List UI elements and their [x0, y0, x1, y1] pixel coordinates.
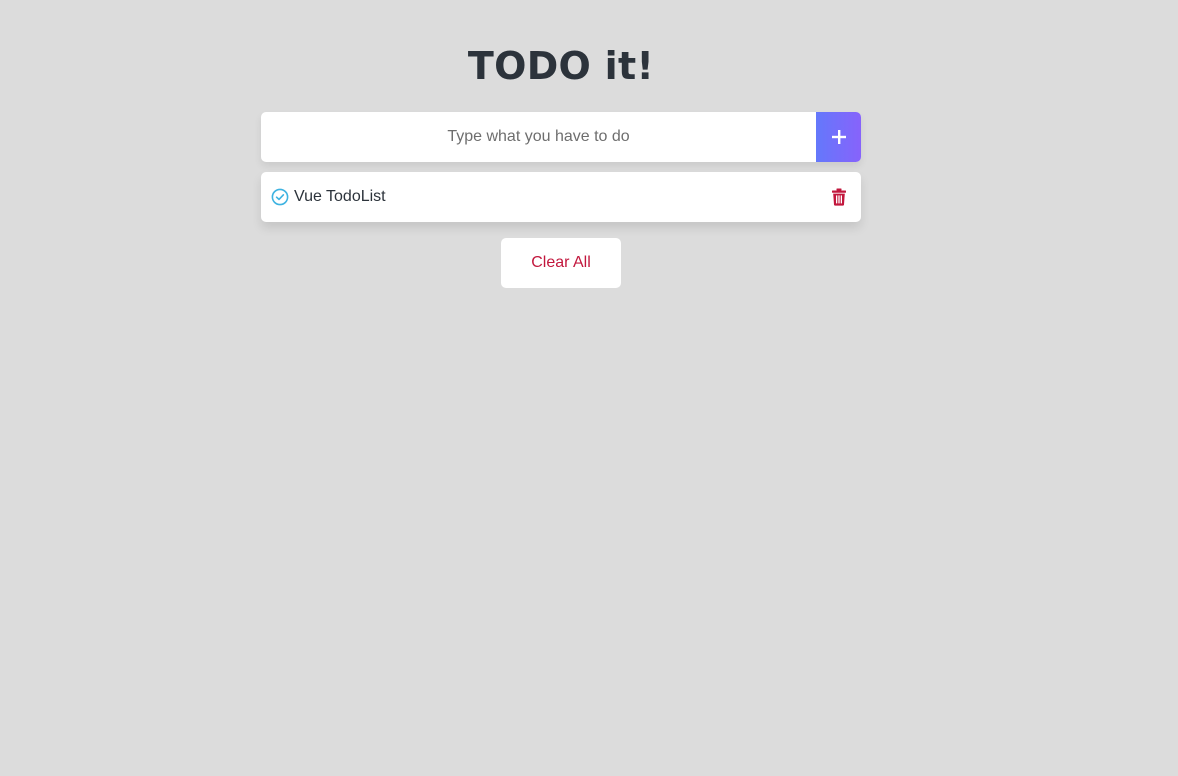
header: TODO it!	[0, 44, 1122, 88]
todo-input[interactable]	[261, 112, 816, 162]
todo-item-text: Vue TodoList	[294, 188, 386, 205]
page-title: TODO it!	[467, 44, 655, 88]
plus-icon	[831, 129, 847, 145]
todo-input-box	[261, 112, 861, 162]
todo-list: Vue TodoList	[261, 172, 861, 222]
add-todo-button[interactable]	[816, 112, 861, 162]
todo-item: Vue TodoList	[261, 172, 861, 222]
clear-all-button[interactable]: Clear All	[501, 238, 621, 288]
todo-app: TODO it! Vue TodoList	[0, 0, 1178, 776]
check-circle-icon[interactable]	[271, 188, 289, 206]
trash-icon[interactable]	[831, 188, 849, 206]
